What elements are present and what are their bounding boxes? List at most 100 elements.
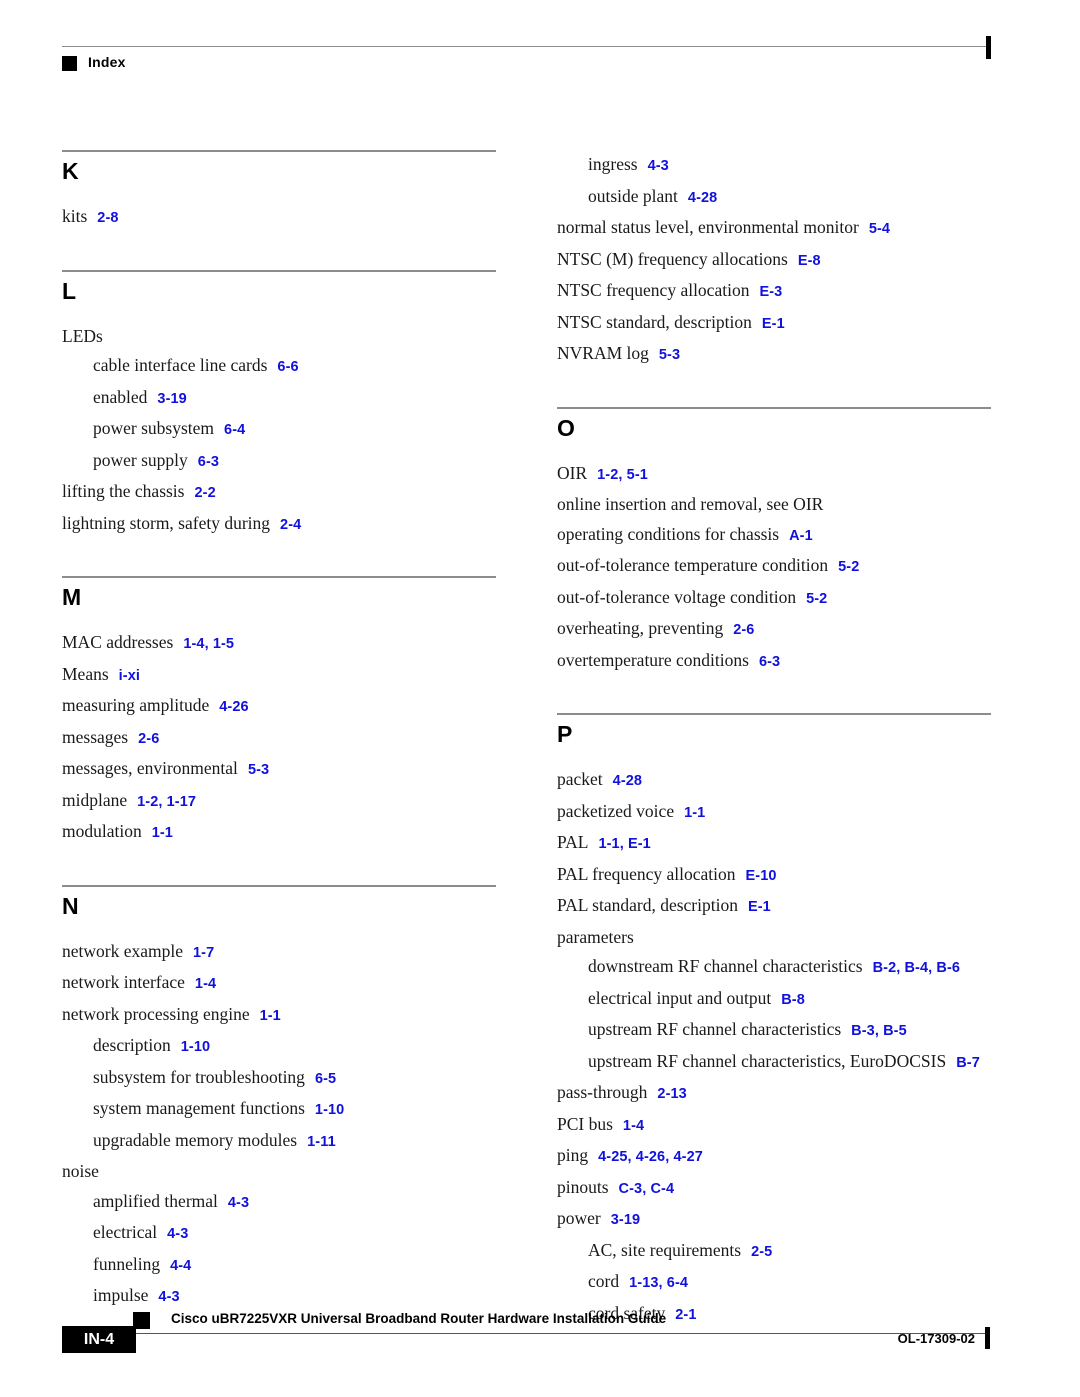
index-entry-page-refs[interactable]: E-3 [749,284,782,300]
index-entry: modulation 1-1 [62,817,496,849]
index-entry: ingress 4-3 [588,150,991,182]
letter-group: M MAC addresses 1-4, 1-5 Means i-xi measuring… [62,576,496,849]
index-entry-page-refs[interactable]: E-10 [736,868,777,884]
index-entry-text: ingress [588,154,638,174]
index-entry-page-refs[interactable]: 6-6 [267,359,298,375]
index-entry-page-refs[interactable]: i-xi [109,668,140,684]
index-entry-page-refs[interactable]: 2-8 [87,210,118,226]
page-footer: Cisco uBR7225VXR Universal Broadband Rou… [0,1300,1080,1370]
index-entry-page-refs[interactable]: 6-3 [188,454,219,470]
index-entry: power supply 6-3 [93,446,496,478]
index-entry-text: network interface [62,972,185,992]
index-entry-text: upstream RF channel characteristics, Eur… [588,1050,947,1071]
index-entry: noise [62,1157,496,1187]
index-entry: amplified thermal 4-3 [93,1187,496,1219]
index-entry-text: lifting the chassis [62,481,185,501]
index-entry-page-refs[interactable]: 2-4 [270,517,301,533]
index-entry: pass-through 2-13 [557,1078,991,1110]
index-entry-text: network example [62,940,183,961]
index-entry-page-refs[interactable]: 4-28 [603,773,642,789]
index-entry: packetized voice 1-1 [557,797,991,829]
index-entry-page-refs[interactable]: 2-13 [647,1086,686,1102]
index-entry-page-refs[interactable]: 1-1 [674,805,705,821]
index-entry-page-refs[interactable]: 3-19 [147,391,186,407]
index-entry-text: Means [62,663,109,684]
index-entry-page-refs[interactable]: 5-3 [238,762,269,778]
index-entry-page-refs[interactable]: 5-3 [649,347,680,363]
index-entry-page-refs[interactable]: 1-10 [305,1102,344,1118]
letter-heading: N [62,892,79,919]
index-entry-text: packetized voice [557,800,675,821]
index-entry-text: lightning storm, safety during [62,512,271,533]
index-entry-page-refs[interactable]: A-1 [779,528,813,544]
index-entry-page-refs[interactable]: 2-6 [128,731,159,747]
index-entry: subsystem for troubleshooting 6-5 [93,1063,496,1095]
index-entry-page-refs[interactable]: 2-5 [741,1244,772,1260]
index-entry-page-refs[interactable]: 1-4 [613,1118,644,1134]
index-entry-page-refs[interactable]: 6-5 [305,1071,336,1087]
index-entry-page-refs[interactable]: 1-1 [250,1008,281,1024]
index-entry-page-refs[interactable]: 2-2 [184,485,215,501]
index-entry-page-refs[interactable]: 1-13, 6-4 [619,1275,688,1291]
index-entry-page-refs[interactable]: 5-2 [828,559,859,575]
index-entry-page-refs[interactable]: E-1 [738,899,771,915]
index-entry-text: parameters [557,926,634,947]
index-entry-page-refs[interactable]: 5-2 [796,591,827,607]
letter-group: Ppacket 4-28 packetized voice 1-1 PAL 1-1, E-… [557,713,991,1330]
index-entry-page-refs[interactable]: B-3, B-5 [841,1023,907,1039]
index-entry: system management functions 1-10 [93,1094,496,1126]
index-entry-page-refs[interactable]: 4-3 [218,1195,249,1211]
index-entry-page-refs[interactable]: 3-19 [601,1212,640,1228]
index-entry-page-refs[interactable]: 1-1, E-1 [588,836,650,852]
index-entry-list: packet 4-28 packetized voice 1-1 PAL 1-1, E-1… [557,765,991,1330]
index-entry: PAL frequency allocation E-10 [557,860,991,892]
index-entry-page-refs[interactable]: 5-4 [859,221,890,237]
index-entry-page-refs[interactable]: 1-10 [171,1039,210,1055]
index-entry-page-refs[interactable]: 4-25, 4-26, 4-27 [588,1149,703,1165]
index-entry-page-refs[interactable]: C-3, C-4 [609,1181,675,1197]
index-entry-text: NTSC (M) frequency allocations [557,248,788,269]
index-entry-text: overheating, preventing [557,618,724,638]
letter-divider [62,576,496,578]
index-entry-text: OIR [557,462,588,483]
footer-edge-tick [985,1327,990,1349]
index-entry-text: electrical input and output [588,987,772,1008]
index-entry: electrical 4-3 [93,1218,496,1250]
index-entry-text: power [557,1208,601,1228]
index-entry-page-refs[interactable]: 1-2, 5-1 [587,467,648,483]
index-entry-page-refs[interactable]: 4-4 [160,1258,191,1274]
index-entry-page-refs[interactable]: 1-11 [297,1134,336,1150]
index-entry-page-refs[interactable]: 1-2, 1-17 [127,794,196,810]
index-entry-text: power supply [93,449,188,470]
index-entry-text: messages, environmental [62,758,238,778]
index-entry: outside plant 4-28 [588,182,991,214]
index-entry-page-refs[interactable]: B-2, B-4, B-6 [863,960,961,976]
index-entry-page-refs[interactable]: 4-26 [209,699,248,715]
index-entry-page-refs[interactable]: 4-3 [638,158,669,174]
index-entry-page-refs[interactable]: B-8 [771,992,805,1008]
index-entry-text: NTSC frequency allocation [557,280,750,300]
index-entry-page-refs[interactable]: 2-6 [723,622,754,638]
index-entry-text: network processing engine [62,1003,250,1024]
index-entry: out-of-tolerance voltage condition 5-2 [557,583,991,615]
index-entry-page-refs[interactable]: 6-3 [749,654,780,670]
index-entry-page-refs[interactable]: 1-4, 1-5 [173,636,234,652]
index-entry-page-refs[interactable]: E-8 [788,253,821,269]
index-entry: PAL standard, description E-1 [557,891,991,923]
index-entry: network processing engine 1-1 [62,1000,496,1032]
index-entry-page-refs[interactable]: 1-1 [142,825,173,841]
index-entry-page-refs[interactable]: E-1 [752,316,785,332]
letter-heading: P [557,721,573,747]
index-entry-page-refs[interactable]: 1-4 [185,976,216,992]
letter-group: ingress 4-3 outside plant 4-28 normal status… [557,150,991,371]
index-entry-page-refs[interactable]: 4-3 [157,1226,188,1242]
letter-heading: L [62,277,77,304]
index-entry-list: network example 1-7 network interface 1-4 ne… [62,937,496,1313]
index-entry-page-refs[interactable]: 1-7 [183,945,214,961]
index-entry-page-refs[interactable]: B-7 [946,1055,980,1071]
index-entry: funneling 4-4 [93,1250,496,1282]
index-entry-page-refs[interactable]: 4-28 [678,190,717,206]
index-entry: LEDs [62,322,496,352]
index-entry-page-refs[interactable]: 6-4 [214,422,245,438]
